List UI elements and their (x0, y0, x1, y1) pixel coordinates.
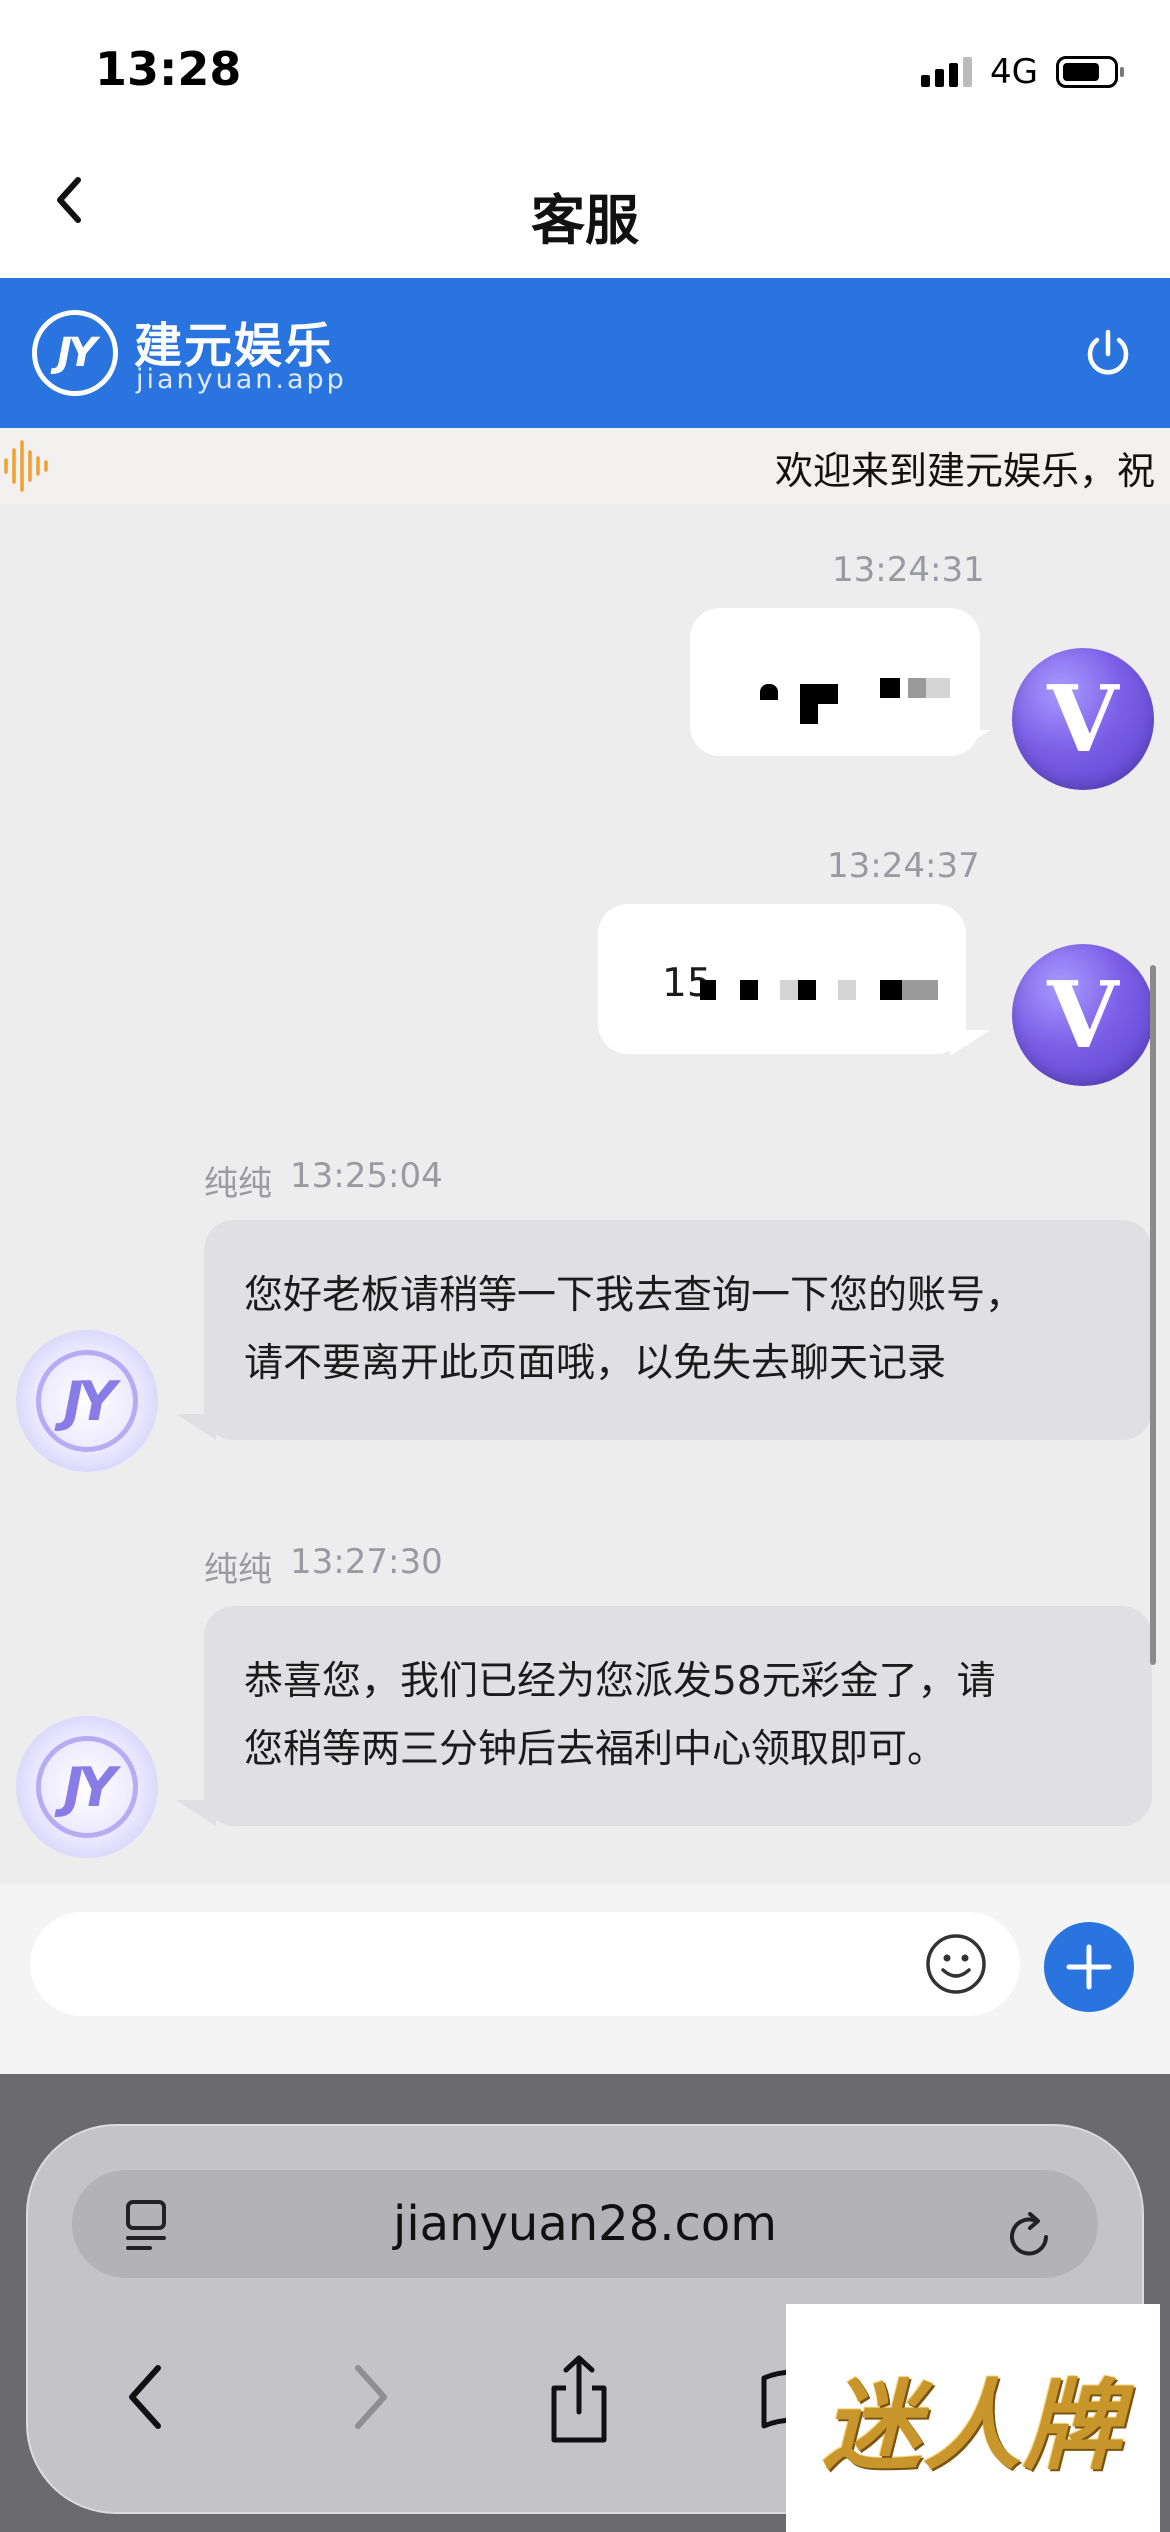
redacted-content (598, 904, 966, 1054)
url-text[interactable]: jianyuan28.com (0, 2196, 1170, 2252)
chat-scrollbar[interactable] (1150, 965, 1156, 1665)
message-line: 您稍等两三分钟后去福利中心领取即可。 (244, 1727, 947, 1772)
message-line: 恭喜您，我们已经为您派发58元彩金了，请 (244, 1659, 996, 1704)
watermark-text: 迷人牌 (822, 2369, 1123, 2484)
bubble-tail (176, 1414, 216, 1440)
agent-avatar[interactable]: JY (16, 1330, 158, 1472)
user-avatar[interactable]: V (1012, 944, 1154, 1086)
brand-domain: jianyuan.app (136, 364, 347, 395)
message-line: 请不要离开此页面哦，以免失去聊天记录 (244, 1341, 947, 1386)
power-icon[interactable] (1080, 326, 1136, 382)
message-timestamp: 13:27:30 (290, 1542, 443, 1582)
brand-logo-icon: JY (32, 310, 118, 396)
cellular-signal-icon (921, 57, 973, 87)
add-attachment-button[interactable] (1044, 1922, 1134, 2012)
browser-back-icon[interactable] (118, 2360, 174, 2434)
emoji-icon[interactable] (924, 1932, 988, 1996)
status-time: 13:28 (95, 42, 242, 96)
redacted-content (690, 608, 980, 756)
share-icon[interactable] (544, 2352, 614, 2446)
speaker-wave-icon (4, 440, 48, 492)
message-timestamp: 13:25:04 (290, 1156, 443, 1196)
battery-icon (1056, 56, 1124, 88)
message-line: 您好老板请稍等一下我去查询一下您的账号， (244, 1273, 1025, 1318)
agent-avatar[interactable]: JY (16, 1716, 158, 1858)
message-timestamp: 13:24:31 (832, 550, 985, 590)
agent-name: 纯纯 (204, 1164, 272, 1204)
page-title: 客服 (531, 189, 639, 252)
watermark: 迷人牌 (786, 2304, 1160, 2532)
network-type: 4G (990, 52, 1038, 92)
message-input[interactable] (30, 1912, 1020, 2016)
bubble-tail (176, 1800, 216, 1826)
status-indicators: 4G (921, 52, 1124, 92)
plus-icon (1066, 1944, 1112, 1990)
announcement-text: 欢迎来到建元娱乐，祝 (775, 449, 1156, 493)
reload-icon[interactable] (1002, 2210, 1056, 2264)
agent-name: 纯纯 (204, 1550, 272, 1590)
browser-forward-icon[interactable] (342, 2360, 398, 2434)
user-avatar[interactable]: V (1012, 648, 1154, 790)
message-timestamp: 13:24:37 (827, 846, 980, 886)
